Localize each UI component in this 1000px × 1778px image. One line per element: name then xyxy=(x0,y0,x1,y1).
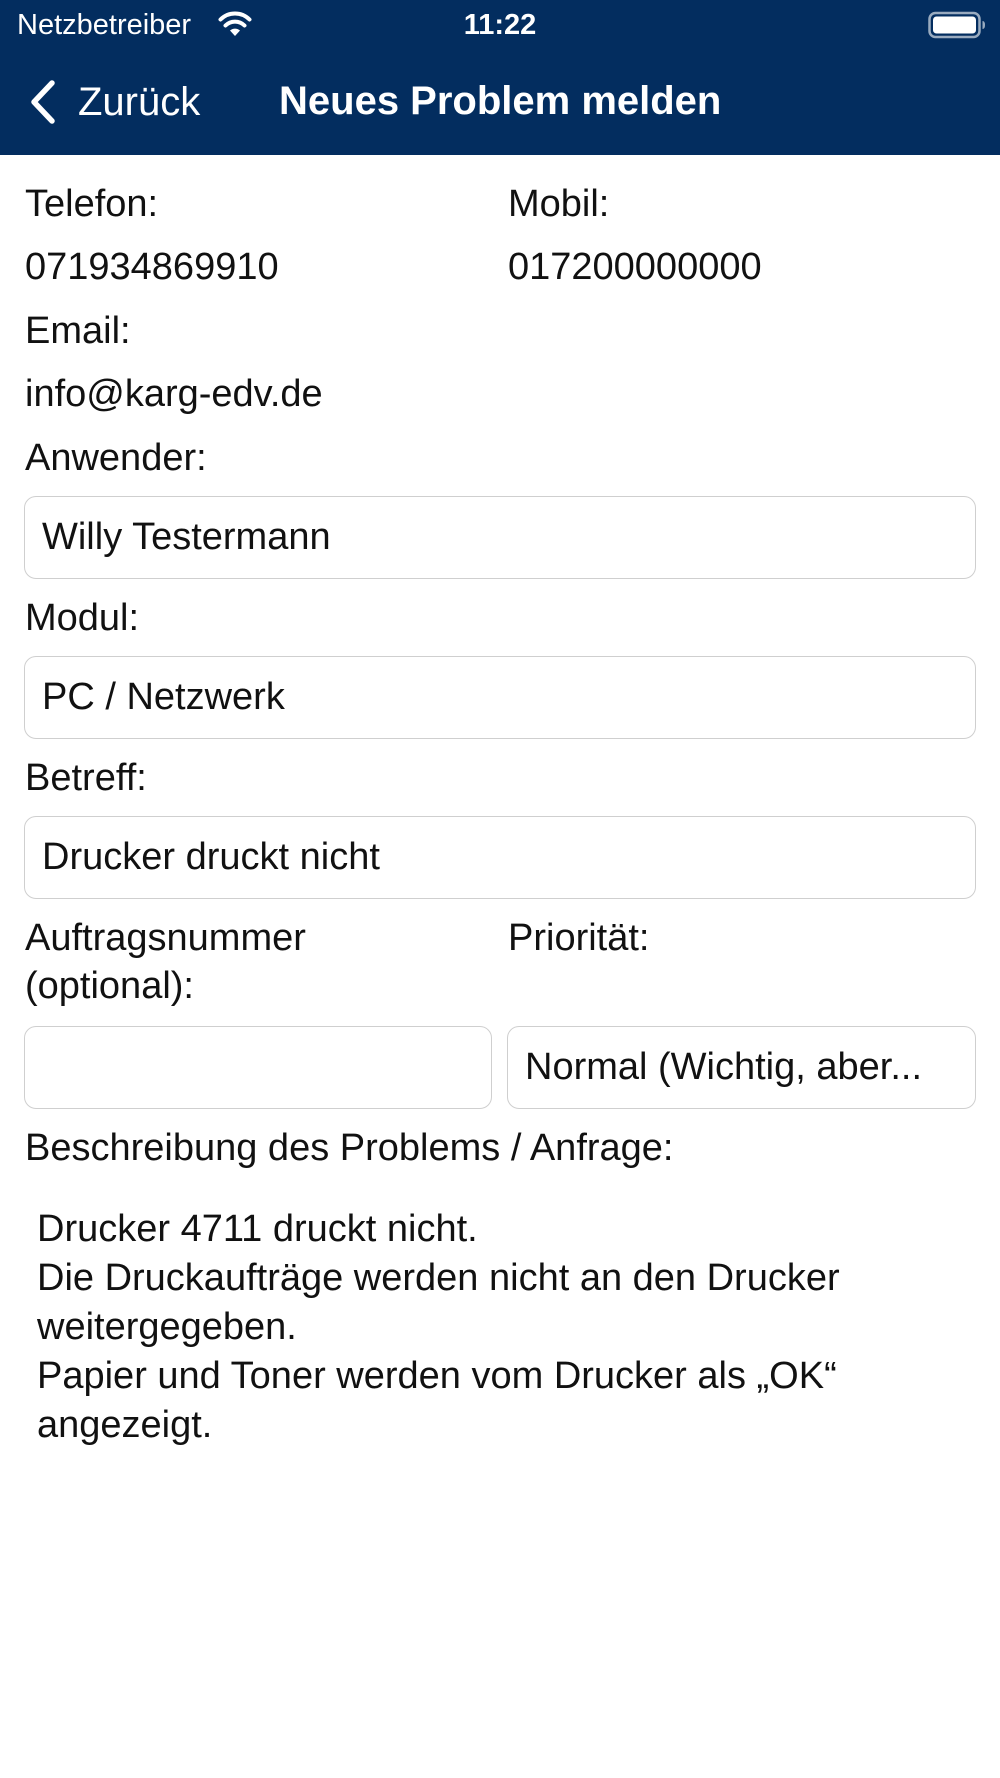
beschreibung-label: Beschreibung des Problems / Anfrage: xyxy=(25,1127,674,1169)
back-label: Zurück xyxy=(78,80,201,124)
telefon-label: Telefon: xyxy=(25,183,159,225)
auftragsnummer-label-line1: Auftragsnummer xyxy=(25,917,306,959)
anwender-label: Anwender: xyxy=(25,437,207,479)
mobil-value[interactable]: 017200000000 xyxy=(508,243,762,291)
beschreibung-line: Die Druckaufträge werden nicht an den Dr… xyxy=(37,1257,840,1299)
battery-icon xyxy=(928,11,985,39)
anwender-field[interactable]: Willy Testermann xyxy=(24,496,976,579)
email-value[interactable]: info@karg-edv.de xyxy=(25,370,323,418)
prioritaet-select[interactable]: Normal (Wichtig, aber... xyxy=(507,1026,976,1109)
auftragsnummer-label-line2: (optional): xyxy=(25,965,194,1007)
beschreibung-line: Drucker 4711 druckt nicht. xyxy=(37,1208,478,1250)
auftragsnummer-field[interactable] xyxy=(24,1026,492,1109)
telefon-value[interactable]: 071934869910 xyxy=(25,243,279,291)
back-button[interactable]: Zurück xyxy=(28,74,200,130)
email-label: Email: xyxy=(25,310,131,352)
page-title: Neues Problem melden xyxy=(279,79,722,123)
anwender-value: Willy Testermann xyxy=(42,516,331,558)
beschreibung-line: weitergegeben. xyxy=(37,1306,297,1348)
beschreibung-line: angezeigt. xyxy=(37,1404,213,1446)
prioritaet-value: Normal (Wichtig, aber... xyxy=(525,1046,922,1088)
prioritaet-label: Priorität: xyxy=(508,917,650,959)
betreff-field[interactable]: Drucker druckt nicht xyxy=(24,816,976,899)
screen: Netzbetreiber 11:22 Zurück Neues Problem… xyxy=(0,0,1000,1778)
modul-field[interactable]: PC / Netzwerk xyxy=(24,656,976,739)
betreff-label: Betreff: xyxy=(25,757,147,799)
header: Netzbetreiber 11:22 Zurück Neues Problem… xyxy=(0,0,1000,155)
mobil-label: Mobil: xyxy=(508,183,610,225)
beschreibung-line: Papier und Toner werden vom Drucker als … xyxy=(37,1355,837,1397)
status-time: 11:22 xyxy=(463,9,537,41)
beschreibung-textarea[interactable]: Drucker 4711 druckt nicht. Die Druckauft… xyxy=(37,1205,977,1450)
modul-value: PC / Netzwerk xyxy=(42,676,285,718)
chevron-left-icon xyxy=(31,80,55,124)
betreff-value: Drucker druckt nicht xyxy=(42,836,380,878)
modul-label: Modul: xyxy=(25,597,140,639)
